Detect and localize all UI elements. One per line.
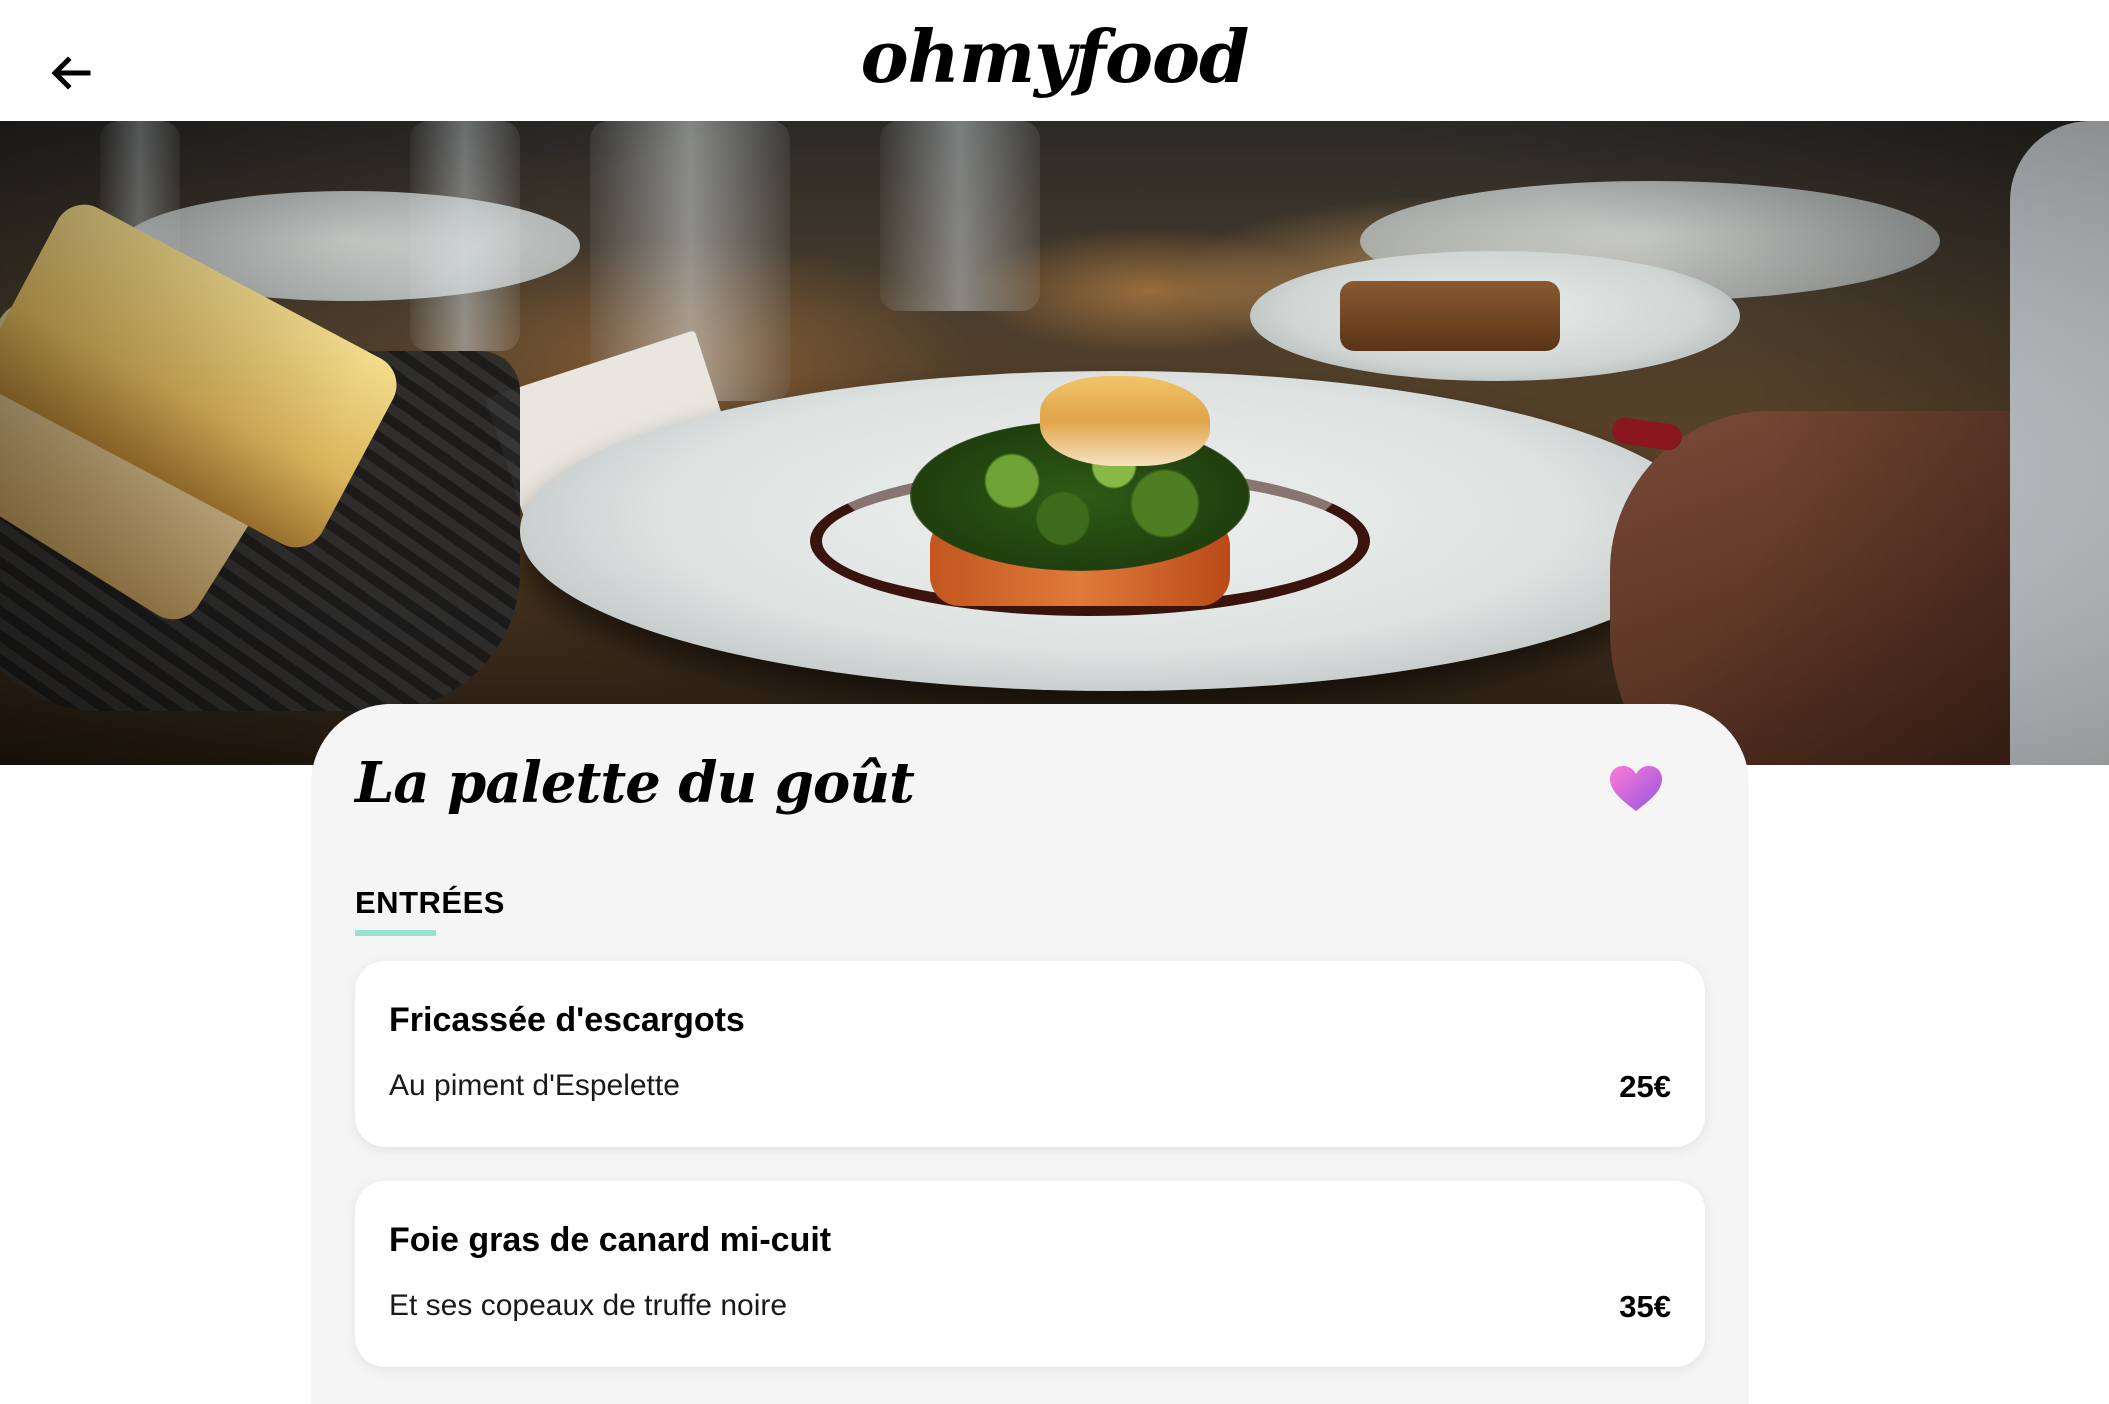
hero-image [0,121,2109,765]
dish-price: 25€ [1619,1069,1671,1104]
hero-decor [0,121,2109,765]
section-title-entrees: ENTRÉES [355,885,505,920]
like-button[interactable] [1608,764,1664,814]
restaurant-title: La palette du goût [355,750,915,816]
dish-price: 35€ [1619,1289,1671,1324]
section-underline [355,930,436,936]
top-header: ohmyfood [0,0,2109,121]
heart-icon [1610,766,1662,811]
dish-name: Foie gras de canard mi-cuit [389,1221,832,1259]
dish-description: Au piment d'Espelette [389,1069,680,1102]
brand-logo[interactable]: ohmyfood [0,14,2109,99]
dish-name: Fricassée d'escargots [389,1001,745,1039]
dish-description: Et ses copeaux de truffe noire [389,1289,788,1322]
dish-card[interactable]: Foie gras de canard mi-cuit Et ses copea… [355,1181,1705,1367]
dish-card[interactable]: Fricassée d'escargots Au piment d'Espele… [355,961,1705,1147]
